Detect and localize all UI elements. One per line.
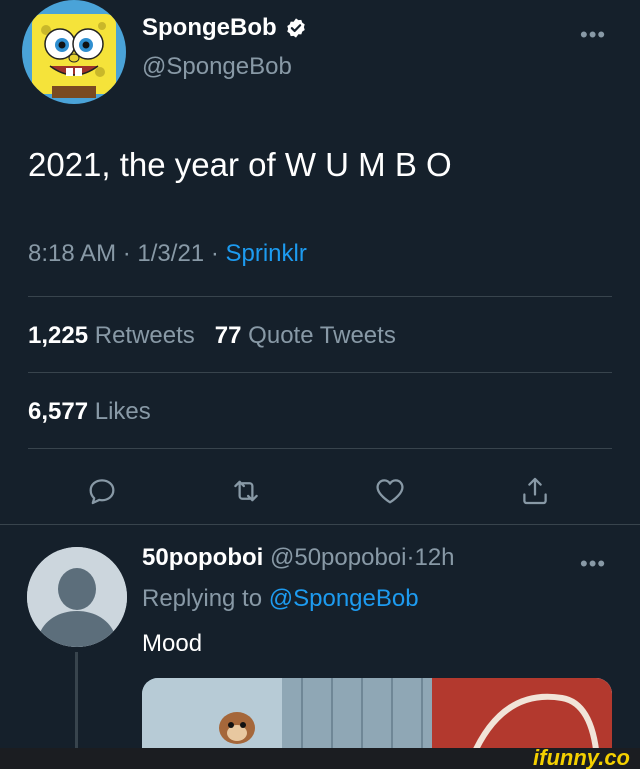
quote-tweets-stat[interactable]: 77 Quote Tweets [215, 322, 396, 349]
spongebob-avatar-image [22, 0, 126, 104]
retweet-icon[interactable] [229, 474, 263, 508]
reply-author-handle[interactable]: @50popoboi [270, 544, 406, 571]
thread-line [75, 652, 78, 752]
quote-label: Quote Tweets [248, 322, 396, 349]
author-avatar[interactable] [22, 0, 126, 104]
divider [28, 372, 612, 373]
share-icon[interactable] [518, 474, 552, 508]
more-options-icon[interactable]: ••• [580, 22, 606, 48]
reply-avatar[interactable] [27, 547, 127, 647]
reply-author-name[interactable]: 50popoboi [142, 544, 263, 571]
author-name-text[interactable]: SpongeBob [142, 14, 277, 42]
likes-count: 6,577 [28, 398, 89, 425]
retweet-stats: 1,225 Retweets 77 Quote Tweets [28, 322, 396, 350]
meta-separator: · [122, 240, 131, 267]
retweets-count: 1,225 [28, 322, 89, 349]
replying-to: Replying to @SpongeBob [142, 585, 419, 613]
tweet-time[interactable]: 8:18 AM [28, 240, 116, 267]
meta-separator: · [210, 240, 219, 267]
tweet-source-link[interactable]: Sprinklr [225, 240, 306, 267]
divider [28, 448, 612, 449]
author-handle[interactable]: @SpongeBob [142, 53, 292, 81]
verified-badge-icon [286, 18, 305, 38]
divider [0, 524, 640, 525]
ifunny-watermark: ifunny.co [533, 745, 630, 769]
reply-text: Mood [142, 630, 203, 657]
replying-prefix: Replying to [142, 585, 263, 612]
divider [28, 296, 612, 297]
like-icon[interactable] [373, 474, 407, 508]
reply-header: 50popoboi @50popoboi·12h [142, 544, 455, 572]
quote-count: 77 [214, 322, 242, 349]
tweet-text: 2021, the year of W U M B O [28, 146, 452, 183]
likes-stat[interactable]: 6,577 Likes [28, 398, 151, 426]
author-name[interactable]: SpongeBob [142, 14, 307, 42]
retweets-label: Retweets [94, 322, 195, 349]
reply-more-options-icon[interactable]: ••• [580, 551, 606, 577]
replying-mention-link[interactable]: @SpongeBob [269, 585, 419, 612]
tweet-date[interactable]: 1/3/21 [137, 240, 204, 267]
default-avatar-icon [27, 547, 127, 647]
tweet-meta: 8:18 AM · 1/3/21 · Sprinklr [28, 240, 307, 268]
retweets-stat[interactable]: 1,225 Retweets [28, 322, 195, 349]
likes-label: Likes [94, 398, 151, 425]
reply-time[interactable]: 12h [414, 544, 454, 571]
reply-icon[interactable] [85, 474, 119, 508]
